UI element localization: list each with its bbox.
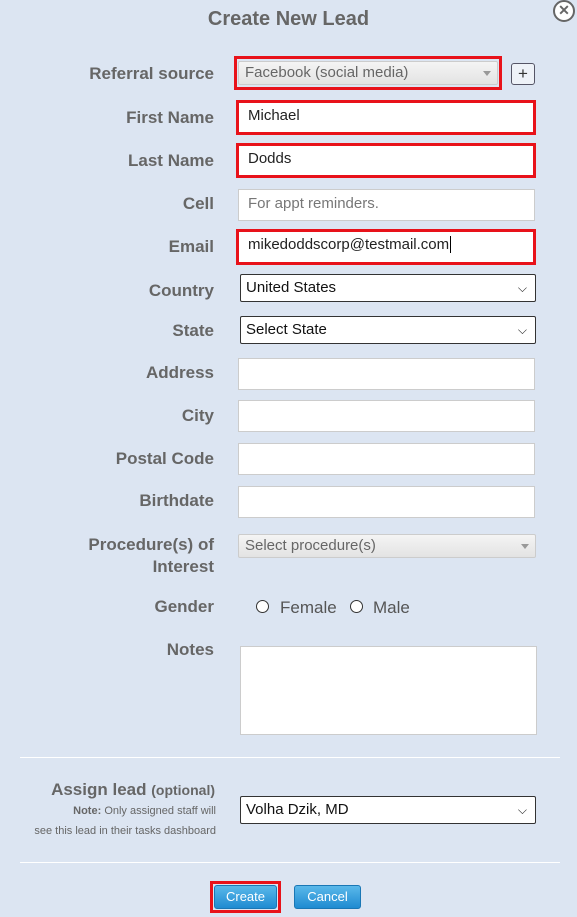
procedure-label: Procedure(s) of Interest: [88, 534, 214, 578]
dialog-title: Create New Lead: [207, 8, 370, 30]
state-label: State: [172, 321, 214, 340]
assign-staff-select[interactable]: Volha Dzik, MD ⌵: [240, 796, 536, 824]
cancel-button[interactable]: Cancel: [294, 885, 361, 909]
add-referral-button[interactable]: +: [511, 63, 535, 85]
country-value: United States: [246, 279, 337, 296]
postal-code-label: Postal Code: [115, 449, 214, 468]
referral-source-label: Referral source: [89, 64, 214, 83]
country-select[interactable]: United States ⌵: [240, 274, 536, 302]
cell-placeholder: For appt reminders.: [248, 195, 379, 212]
cell-field[interactable]: For appt reminders.: [238, 189, 535, 221]
city-field[interactable]: [238, 400, 535, 432]
chevron-down-icon: ⌵: [517, 281, 527, 295]
birthdate-label: Birthdate: [139, 491, 214, 510]
state-select[interactable]: Select State ⌵: [240, 316, 536, 344]
last-name-field[interactable]: Dodds: [236, 143, 536, 178]
cell-label: Cell: [182, 194, 214, 213]
procedure-placeholder: Select procedure(s): [245, 537, 376, 554]
text-cursor: [450, 236, 452, 253]
radio-female-label: Female: [280, 598, 337, 617]
assign-note-bold: Note:: [73, 805, 102, 817]
close-icon[interactable]: ✕: [553, 0, 575, 22]
referral-source-select[interactable]: Facebook (social media): [238, 61, 498, 85]
procedure-select[interactable]: Select procedure(s): [238, 534, 536, 558]
email-value: mikedoddscorp@testmail.com: [248, 236, 450, 253]
assign-note: Note: Only assigned staff will see this …: [34, 801, 216, 841]
first-name-label: First Name: [126, 108, 214, 127]
assign-lead-title: Assign lead: [51, 780, 147, 799]
email-label: Email: [168, 237, 214, 256]
procedure-label-line1: Procedure(s) of: [88, 535, 214, 554]
radio-female[interactable]: [256, 600, 269, 613]
chevron-down-icon: ⌵: [517, 803, 527, 817]
assign-note-line2: see this lead in their tasks dashboard: [34, 825, 216, 837]
email-field[interactable]: mikedoddscorp@testmail.com: [236, 229, 536, 265]
assign-staff-value: Volha Dzik, MD: [246, 801, 349, 818]
assign-lead-optional: (optional): [151, 782, 215, 798]
address-field[interactable]: [238, 358, 535, 390]
city-label: City: [181, 406, 214, 425]
assign-lead-label: Assign lead (optional): [51, 780, 215, 800]
postal-code-field[interactable]: [238, 443, 535, 475]
state-value: Select State: [246, 321, 327, 338]
notes-textarea[interactable]: [240, 646, 537, 735]
procedure-label-line2: Interest: [152, 557, 214, 576]
last-name-label: Last Name: [128, 151, 214, 170]
first-name-field[interactable]: Michael: [236, 100, 536, 135]
birthdate-field[interactable]: [238, 486, 535, 518]
referral-source-value: Facebook (social media): [245, 64, 409, 81]
assign-note-line1: Only assigned staff will: [104, 805, 216, 817]
chevron-down-icon: [521, 544, 529, 549]
country-label: Country: [148, 281, 214, 300]
chevron-down-icon: ⌵: [517, 323, 527, 337]
gender-label: Gender: [154, 597, 214, 616]
divider: [20, 862, 560, 863]
radio-male[interactable]: [350, 600, 363, 613]
divider: [20, 757, 560, 758]
create-button[interactable]: Create: [214, 885, 277, 909]
chevron-down-icon: [483, 71, 491, 76]
address-label: Address: [145, 363, 214, 382]
notes-label: Notes: [166, 640, 214, 659]
radio-male-label: Male: [373, 598, 410, 617]
